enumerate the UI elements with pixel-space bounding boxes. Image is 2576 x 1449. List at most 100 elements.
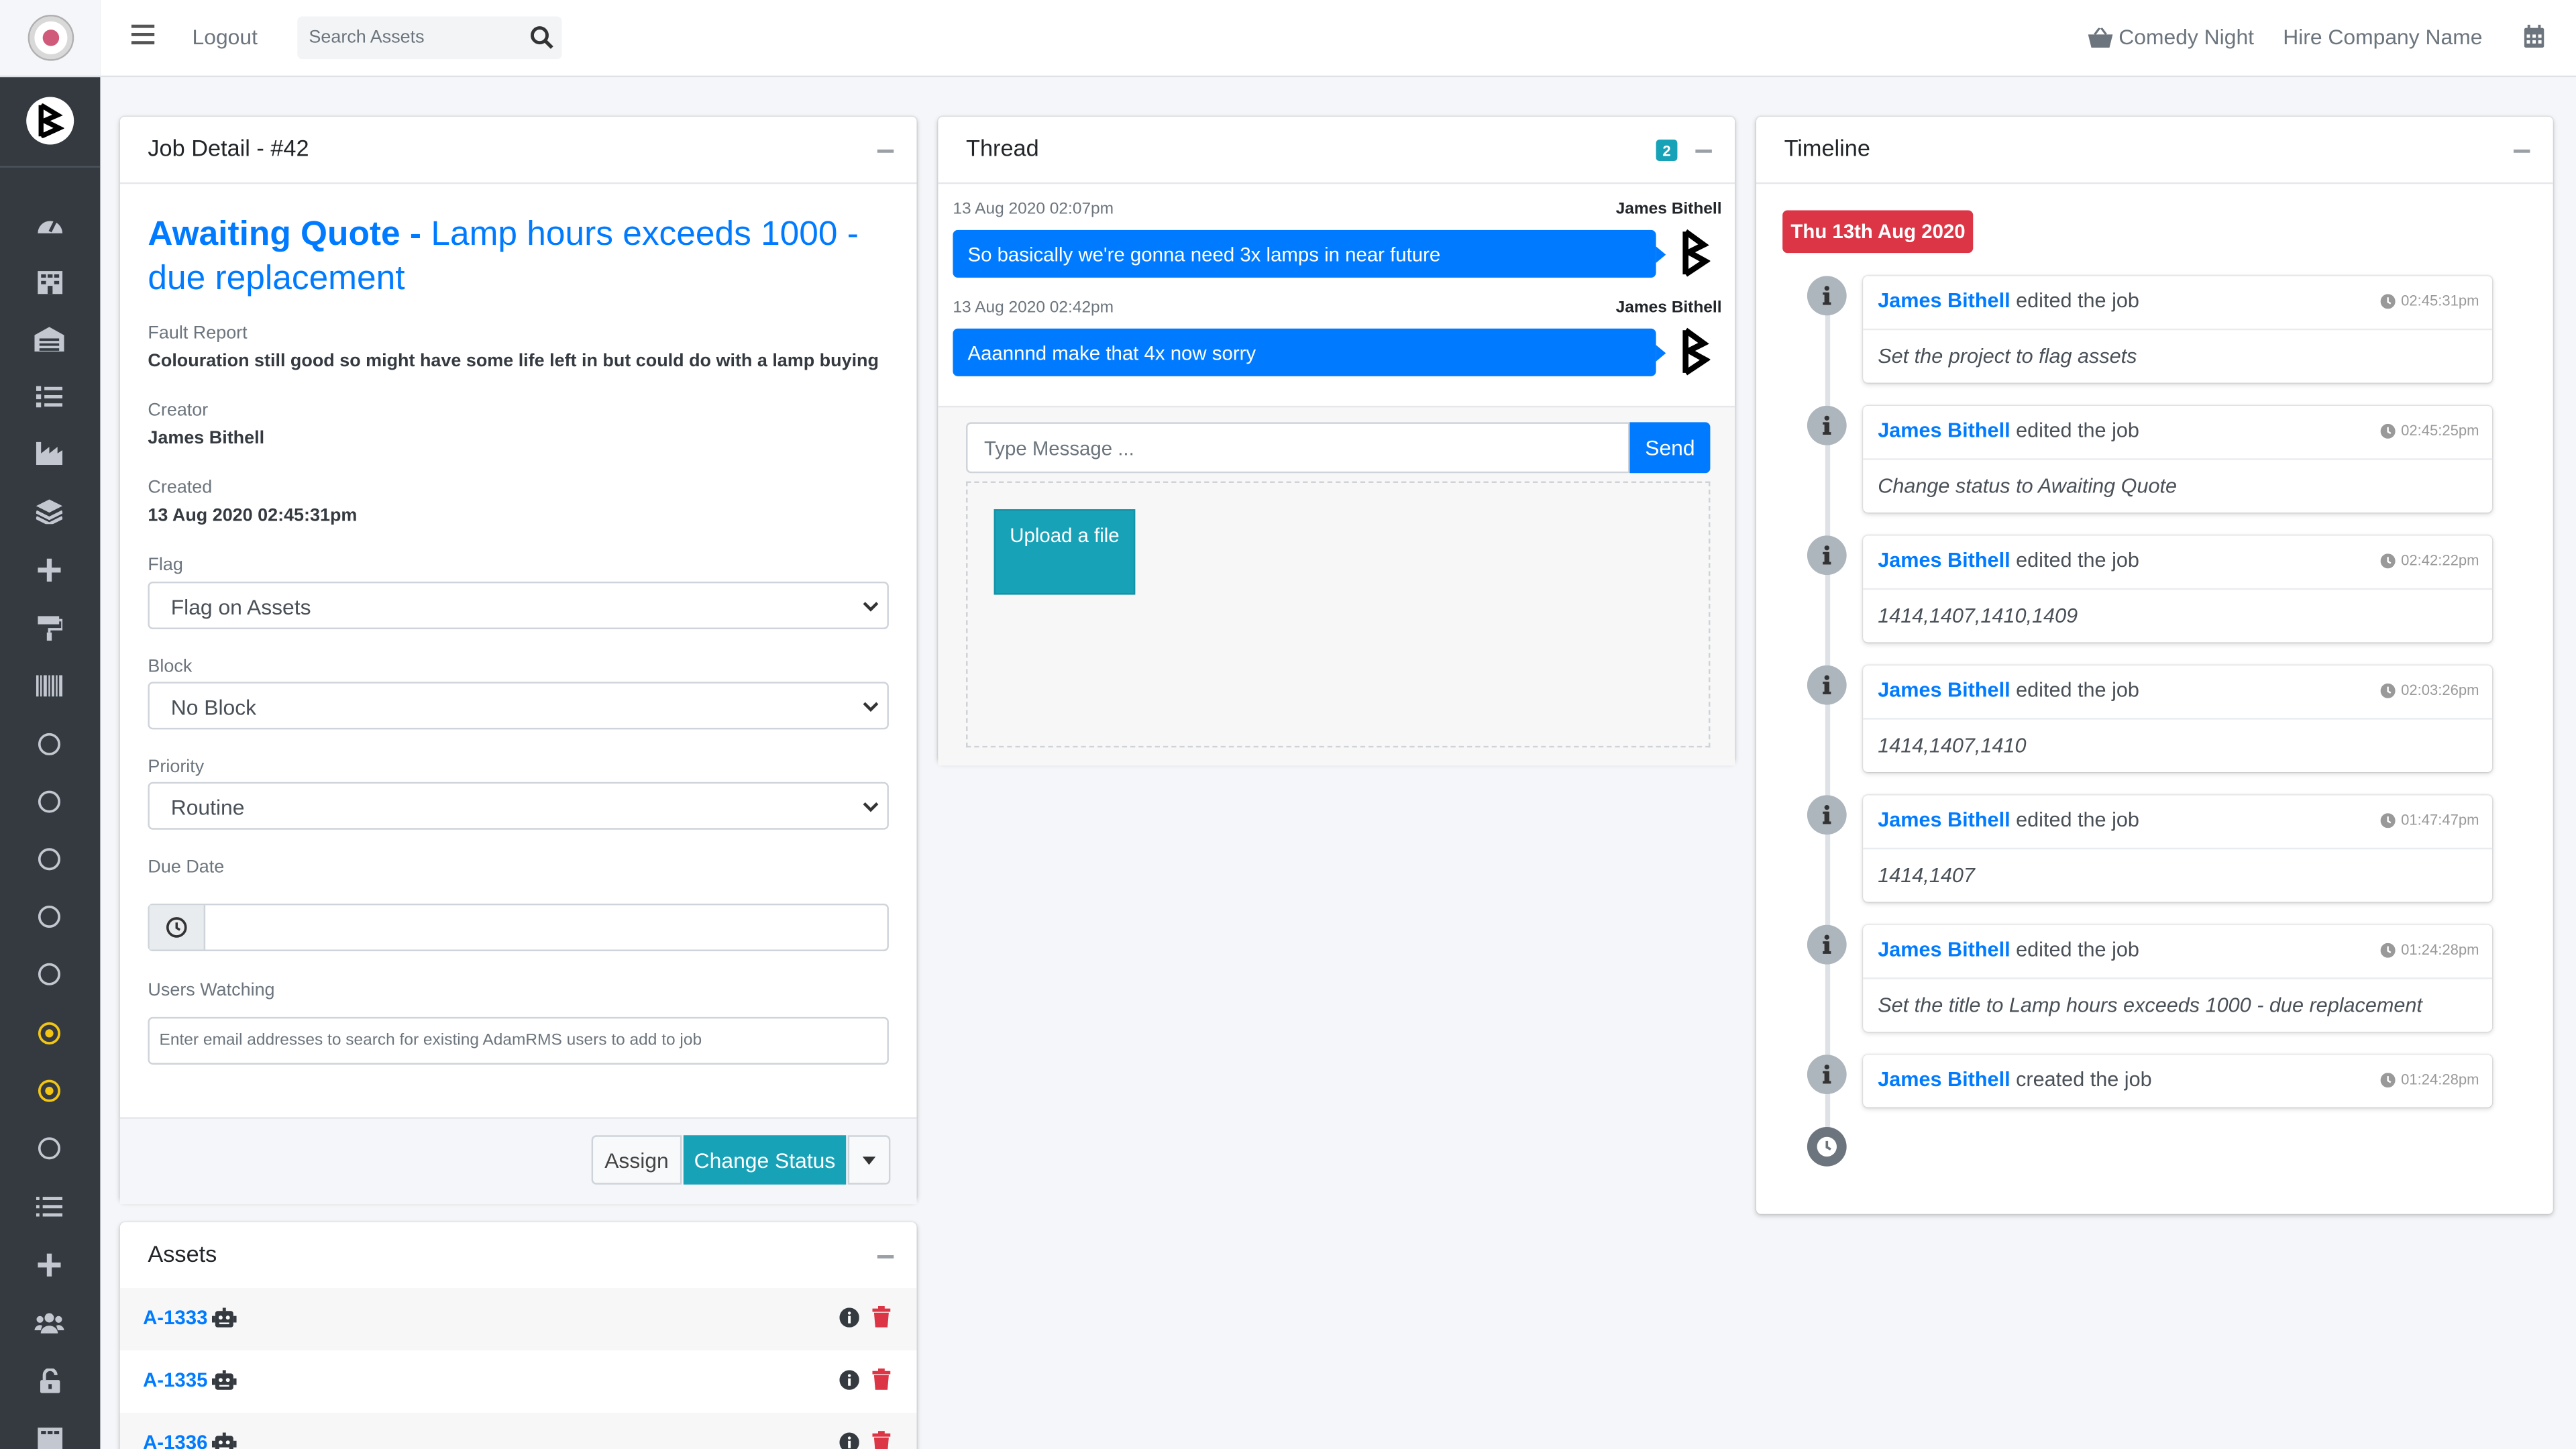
sidebar-item-add-2[interactable] [34, 1250, 64, 1280]
trash-icon[interactable] [872, 1368, 891, 1390]
sidebar-item-business[interactable] [34, 266, 64, 296]
user-avatar[interactable] [26, 97, 74, 145]
timeline-item: James Bithell edited the job 02:42:22pm … [1863, 535, 2493, 643]
calendar-icon[interactable] [2524, 24, 2545, 48]
asset-link[interactable]: A-1333 [143, 1306, 237, 1329]
robot-icon [212, 1307, 237, 1328]
timeline-action: edited the job [2016, 808, 2139, 832]
send-button[interactable]: Send [1629, 422, 1711, 474]
sidebar-item-dashboard[interactable] [34, 209, 64, 238]
brand-logo[interactable] [0, 0, 101, 78]
company-logo-icon [27, 15, 73, 61]
sidebar-item-users[interactable] [34, 1307, 64, 1337]
timeline-user-link[interactable]: James Bithell [1878, 808, 2010, 831]
info-circle-icon[interactable] [839, 1432, 859, 1449]
card-header: Thread 2 [938, 117, 1735, 184]
sidebar-item-list[interactable] [34, 381, 64, 411]
flag-select[interactable]: Flag on Assets [148, 581, 889, 629]
timeline-action: edited the job [2016, 419, 2139, 442]
plus-icon [38, 1253, 61, 1277]
timeline-item: James Bithell created the job 01:24:28pm [1863, 1055, 2493, 1108]
timeline-time: 01:24:28pm [2381, 1071, 2479, 1087]
trash-icon[interactable] [872, 1431, 891, 1449]
job-detail-card: Job Detail - #42 Awaiting Quote - Lamp h… [119, 116, 917, 1205]
menu-toggle-icon[interactable] [131, 24, 155, 48]
tachometer-icon [37, 218, 62, 233]
users-watching-input[interactable]: Enter email addresses to search for exis… [148, 1016, 889, 1065]
sidebar-item-warehouse[interactable] [34, 323, 64, 353]
trash-icon[interactable] [872, 1305, 891, 1328]
status-dropdown-toggle[interactable] [847, 1135, 891, 1185]
priority-select[interactable]: Routine [148, 782, 889, 830]
asset-link[interactable]: A-1336 [143, 1431, 237, 1449]
sidebar-item-5[interactable] [34, 959, 64, 989]
info-icon [1807, 795, 1847, 835]
search-icon[interactable] [529, 25, 555, 51]
info-circle-icon[interactable] [839, 1370, 859, 1390]
block-label: Block [148, 657, 193, 677]
search-input[interactable] [297, 16, 537, 60]
clock-icon [2381, 942, 2396, 957]
timeline-date-label: Thu 13th Aug 2020 [1782, 210, 1974, 254]
sidebar-item-add[interactable] [34, 555, 64, 585]
sidebar-item-active-1[interactable] [34, 1018, 64, 1048]
due-date-field[interactable] [148, 903, 889, 951]
logout-link[interactable]: Logout [193, 25, 258, 50]
sidebar-divider [0, 166, 101, 168]
circle-icon [38, 963, 61, 985]
timeline-user-link[interactable]: James Bithell [1878, 1068, 2010, 1091]
asset-link[interactable]: A-1335 [143, 1368, 237, 1391]
change-status-button[interactable]: Change Status [683, 1135, 847, 1185]
dot-circle-icon [38, 1022, 61, 1044]
sidebar-item-layers[interactable] [34, 496, 64, 526]
building-icon [37, 270, 62, 294]
block-select[interactable]: No Block [148, 682, 889, 730]
sidebar-item-3[interactable] [34, 845, 64, 874]
company-name[interactable]: Hire Company Name [2283, 25, 2482, 50]
circle-icon [38, 790, 61, 813]
sidebar-item-industry[interactable] [34, 439, 64, 468]
timeline-time: 01:24:28pm [2381, 941, 2479, 958]
timeline-item-header: James Bithell edited the job [1878, 289, 2139, 312]
top-navbar: Logout Comedy Night Hire Company Name [100, 0, 2576, 78]
sidebar-item-company[interactable] [34, 1423, 64, 1449]
sidebar-item-permissions[interactable] [34, 1365, 64, 1395]
timeline-user-link[interactable]: James Bithell [1878, 549, 2010, 572]
collapse-icon[interactable] [877, 1255, 894, 1258]
message-input[interactable]: Type Message ... [966, 422, 1630, 474]
industry-icon [36, 441, 63, 466]
info-circle-icon[interactable] [839, 1307, 859, 1328]
sidebar-item-barcodes[interactable] [34, 670, 64, 700]
sidebar-item-6[interactable] [34, 1134, 64, 1163]
timeline-time: 02:42:22pm [2381, 552, 2479, 568]
sidebar-item-1[interactable] [34, 729, 64, 759]
building-icon [37, 1426, 62, 1449]
collapse-icon[interactable] [877, 149, 894, 152]
sidebar-item-active-2[interactable] [34, 1076, 64, 1106]
project-selector[interactable]: Comedy Night [2087, 25, 2254, 49]
timeline-user-link[interactable]: James Bithell [1878, 678, 2010, 701]
sidebar-item-ordered-list[interactable] [34, 1191, 64, 1221]
timeline-item-body: Change status to Awaiting Quote [1878, 474, 2178, 498]
info-icon [1807, 405, 1847, 445]
clock-icon [2381, 423, 2396, 438]
file-dropzone[interactable]: Upload a file [966, 481, 1711, 748]
message-bubble: So basically we're gonna need 3x lamps i… [953, 229, 1666, 278]
sidebar-item-4[interactable] [34, 902, 64, 932]
timeline-user-link[interactable]: James Bithell [1878, 289, 2010, 312]
timeline-item-header: James Bithell edited the job [1878, 678, 2139, 701]
timeline-item-header: James Bithell edited the job [1878, 938, 2139, 961]
assign-button[interactable]: Assign [591, 1135, 682, 1185]
circle-icon [38, 848, 61, 871]
timeline-card: Timeline Thu 13th Aug 2020 James Bithell… [1756, 116, 2553, 1214]
collapse-icon[interactable] [2513, 149, 2530, 152]
timeline-item: James Bithell edited the job 01:24:28pm … [1863, 924, 2493, 1032]
timeline-user-link[interactable]: James Bithell [1878, 938, 2010, 961]
layers-icon [36, 498, 63, 524]
upload-file-button[interactable]: Upload a file [994, 509, 1136, 595]
sidebar-item-2[interactable] [34, 787, 64, 816]
timeline-user-link[interactable]: James Bithell [1878, 419, 2010, 441]
timeline-time-text: 02:03:26pm [2401, 682, 2479, 698]
collapse-icon[interactable] [1695, 149, 1712, 152]
sidebar-item-maintenance[interactable] [34, 612, 64, 642]
